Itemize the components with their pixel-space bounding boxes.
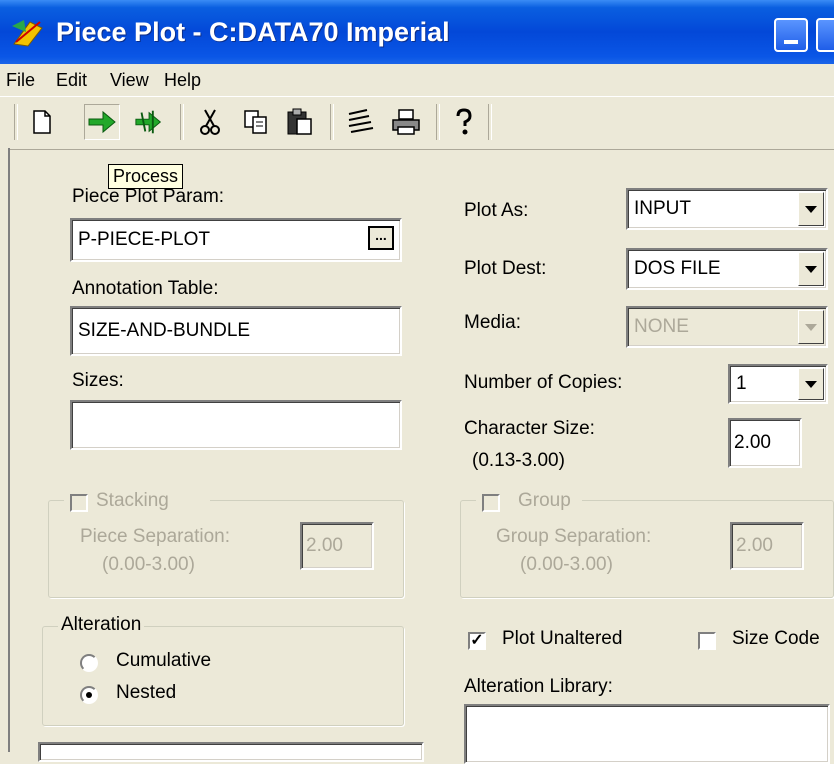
piece-separation-label: Piece Separation: — [80, 526, 230, 547]
alteration-label: Alteration — [58, 614, 145, 636]
properties-icon[interactable] — [344, 106, 376, 138]
char-size-label: Character Size: — [464, 418, 595, 439]
chevron-down-icon — [805, 265, 817, 273]
help-icon[interactable] — [448, 106, 480, 138]
sizes-label: Sizes: — [72, 370, 124, 391]
nested-radio[interactable] — [80, 686, 98, 704]
piece-plot-param-field[interactable]: P-PIECE-PLOT ... — [70, 218, 402, 262]
piece-separation-field[interactable]: 2.00 — [300, 522, 374, 570]
menu-edit[interactable]: Edit — [56, 70, 87, 91]
alteration-library-label: Alteration Library: — [464, 676, 613, 697]
plot-as-dropdown-button[interactable] — [798, 192, 824, 226]
piece-separation-range: (0.00-3.00) — [102, 554, 195, 575]
char-size-field[interactable]: 2.00 — [728, 418, 802, 468]
plot-dest-combo[interactable]: DOS FILE — [626, 248, 828, 290]
nested-label: Nested — [116, 682, 177, 703]
menu-help[interactable]: Help — [164, 70, 201, 91]
app-icon — [12, 20, 43, 47]
plot-unaltered-checkbox[interactable]: ✓ — [468, 632, 486, 650]
menu-file[interactable]: File — [6, 70, 35, 91]
char-size-value: 2.00 — [734, 432, 771, 453]
annotation-table-field[interactable]: SIZE-AND-BUNDLE — [70, 306, 402, 356]
group-separation-value: 2.00 — [736, 535, 773, 556]
media-label: Media: — [464, 312, 522, 333]
toolbar-separator — [488, 104, 492, 140]
piece-plot-param-value: P-PIECE-PLOT — [78, 229, 210, 250]
alteration-group — [42, 626, 404, 726]
stacking-label: Stacking — [96, 490, 169, 511]
size-code-checkbox[interactable] — [698, 632, 716, 650]
cut-icon[interactable] — [194, 106, 226, 138]
copies-label: Number of Copies: — [464, 372, 623, 393]
copies-dropdown-button[interactable] — [798, 368, 824, 400]
group-separation-field[interactable]: 2.00 — [730, 522, 804, 570]
plot-dest-dropdown-button[interactable] — [798, 252, 824, 286]
plot-as-combo[interactable]: INPUT — [626, 188, 828, 230]
media-dropdown-button[interactable] — [798, 310, 824, 344]
cumulative-radio[interactable] — [80, 654, 98, 672]
toolbar-grip — [14, 104, 18, 140]
media-combo[interactable]: NONE — [626, 306, 828, 348]
toolbar-separator — [180, 104, 184, 140]
group-separation-label: Group Separation: — [496, 526, 652, 547]
media-value: NONE — [634, 316, 689, 337]
annotation-table-label: Annotation Table: — [72, 278, 219, 299]
minimize-icon — [784, 40, 798, 44]
copies-value: 1 — [736, 373, 747, 394]
size-code-label: Size Code — [732, 628, 820, 649]
paste-icon[interactable] — [284, 106, 316, 138]
annotation-table-value: SIZE-AND-BUNDLE — [78, 320, 251, 341]
window-left-border — [0, 148, 10, 752]
group-label: Group — [518, 490, 571, 511]
bottom-combo[interactable] — [38, 742, 424, 762]
chevron-down-icon — [805, 380, 817, 388]
menu-view[interactable]: View — [110, 70, 149, 91]
minimize-button[interactable] — [774, 18, 808, 52]
toolbar-separator — [330, 104, 334, 140]
copies-combo[interactable]: 1 — [728, 364, 828, 404]
window-title: Piece Plot - C:DATA70 Imperial — [56, 17, 450, 47]
plot-unaltered-label: Plot Unaltered — [502, 628, 623, 649]
process-all-icon[interactable] — [134, 106, 166, 138]
group-separation-range: (0.00-3.00) — [520, 554, 613, 575]
plot-dest-label: Plot Dest: — [464, 258, 547, 279]
toolbar-separator — [436, 104, 440, 140]
process-tooltip: Process — [108, 164, 184, 189]
process-icon[interactable] — [84, 104, 120, 140]
chevron-down-icon — [805, 323, 817, 331]
plot-dest-value: DOS FILE — [634, 258, 721, 279]
plot-as-value: INPUT — [634, 198, 691, 219]
new-icon[interactable] — [26, 106, 58, 138]
sizes-field[interactable] — [70, 400, 402, 450]
maximize-button[interactable] — [816, 18, 834, 52]
alteration-library-field[interactable] — [464, 704, 830, 764]
chevron-down-icon — [805, 205, 817, 213]
group-checkbox[interactable] — [482, 494, 500, 512]
copy-icon[interactable] — [240, 106, 272, 138]
browse-button[interactable]: ... — [368, 226, 394, 250]
print-icon[interactable] — [390, 106, 422, 138]
stacking-checkbox[interactable] — [70, 494, 88, 512]
char-size-range: (0.13-3.00) — [472, 450, 565, 471]
plot-as-label: Plot As: — [464, 200, 529, 221]
piece-separation-value: 2.00 — [306, 535, 343, 556]
nested-radio-dot — [86, 692, 92, 698]
piece-plot-param-label: Piece Plot Param: — [72, 186, 225, 207]
cumulative-label: Cumulative — [116, 650, 212, 671]
